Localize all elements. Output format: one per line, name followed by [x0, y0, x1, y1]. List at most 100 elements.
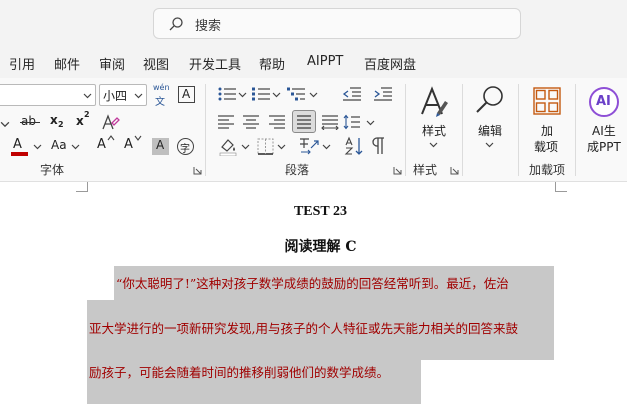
chevron-down-icon[interactable]	[366, 118, 375, 127]
ribbon: 小四 wén 文 A ab x 2 x 2 A Aa A A A 字 字体 段落…	[0, 78, 627, 182]
subscript-button[interactable]: x 2	[50, 113, 68, 133]
addins-button[interactable]: 加 载项	[524, 82, 570, 154]
justify-icon	[297, 115, 311, 129]
margin-corner-mark	[76, 182, 88, 192]
distributed-icon[interactable]	[321, 114, 339, 130]
tab-aippt[interactable]: AIPPT	[307, 54, 343, 69]
shading-icon[interactable]	[218, 137, 238, 156]
chevron-down-icon[interactable]	[238, 90, 247, 99]
group-separator	[462, 84, 463, 176]
ai-ppt-button[interactable]: AI AI生 成PPT	[580, 82, 627, 154]
addins-grid-icon	[533, 87, 561, 115]
paragraph-group-label: 段落	[285, 163, 310, 177]
styles-button[interactable]: 样式	[412, 82, 456, 154]
phonetic-guide-button[interactable]: wén 文	[151, 83, 173, 108]
group-separator	[575, 84, 576, 176]
grow-font-button[interactable]: A	[97, 135, 117, 155]
addins-group-label: 加载项	[529, 163, 566, 177]
ai-logo-text: AI	[596, 94, 611, 109]
ribbon-tabs: 引用 邮件 审阅 视图 开发工具 帮助 AIPPT 百度网盘	[0, 48, 627, 78]
align-left-icon[interactable]	[217, 114, 235, 130]
tab-mailings[interactable]: 邮件	[54, 54, 80, 73]
font-color-bar	[11, 152, 28, 156]
styles-icon	[421, 86, 448, 117]
strikethrough-button[interactable]: ab	[20, 114, 42, 132]
sort-icon[interactable]	[344, 136, 366, 156]
chevron-down-icon	[83, 93, 92, 99]
font-size-dropdown[interactable]: 小四	[99, 84, 147, 106]
tab-developer[interactable]: 开发工具	[189, 54, 241, 73]
group-separator	[518, 84, 519, 176]
chinese-layout-icon[interactable]	[298, 136, 320, 155]
document-page[interactable]: TEST 23 阅读理解 C “你太聪明了!”这种对孩子数学成绩的鼓励的回答经常…	[0, 182, 627, 404]
dialog-launcher-icon[interactable]	[193, 166, 202, 175]
chevron-down-icon[interactable]	[309, 90, 318, 99]
subscript-mark: 2	[58, 120, 64, 129]
align-center-icon[interactable]	[242, 114, 260, 130]
font-size-value: 小四	[103, 89, 128, 103]
decrease-indent-icon[interactable]	[342, 86, 362, 102]
chevron-down-icon	[429, 142, 438, 148]
clear-formatting-icon[interactable]	[101, 113, 120, 132]
font-group-label: 字体	[40, 163, 65, 177]
search-box[interactable]: 搜索	[153, 8, 521, 39]
chevron-down-icon[interactable]	[71, 142, 80, 151]
chevron-down-icon	[485, 142, 494, 148]
character-shading-button[interactable]: A	[152, 138, 169, 155]
justify-button[interactable]	[292, 110, 316, 133]
multilevel-list-icon[interactable]	[286, 86, 306, 102]
subscript-glyph: x	[50, 113, 58, 127]
chevron-down-icon[interactable]	[0, 119, 10, 129]
shrink-font-glyph: A	[124, 137, 133, 152]
phonetic-bottom: 文	[155, 97, 165, 108]
tab-view[interactable]: 视图	[143, 54, 169, 73]
group-separator	[205, 84, 206, 176]
search-icon	[169, 17, 183, 31]
font-color-button[interactable]: A	[11, 137, 29, 157]
character-border-button[interactable]: A	[178, 86, 195, 103]
search-placeholder: 搜索	[195, 19, 222, 34]
ai-ppt-label-line2: 成PPT	[587, 140, 621, 154]
chevron-down-icon[interactable]	[272, 90, 281, 99]
numbering-icon[interactable]	[251, 86, 271, 102]
shrink-font-button[interactable]: A	[124, 135, 144, 155]
document-subheading: 阅读理解 C	[284, 239, 357, 255]
dialog-launcher-icon[interactable]	[393, 166, 402, 175]
caret-down-icon	[134, 135, 142, 141]
strike-line	[20, 122, 40, 123]
caret-up-icon	[107, 135, 115, 141]
line-spacing-icon[interactable]	[343, 114, 361, 130]
chevron-down-icon[interactable]	[33, 142, 42, 151]
increase-indent-icon[interactable]	[373, 86, 393, 102]
character-shading-glyph: A	[156, 138, 165, 152]
styles-group-label: 样式	[413, 163, 438, 177]
chevron-down-icon[interactable]	[322, 142, 331, 151]
paragraph-line[interactable]: 亚大学进行的一项新研究发现,用与孩子的个人特征或先天能力相关的回答来鼓	[89, 318, 518, 337]
addins-label-line2: 载项	[534, 140, 559, 154]
paragraph-line[interactable]: 励孩子，可能会随着时间的推移削弱他们的数学成绩。	[89, 362, 389, 381]
tab-review[interactable]: 审阅	[99, 54, 125, 73]
font-name-dropdown[interactable]	[0, 84, 96, 106]
tab-help[interactable]: 帮助	[259, 54, 285, 73]
enclose-characters-button[interactable]: 字	[177, 138, 194, 155]
superscript-button[interactable]: x 2	[76, 110, 94, 131]
paragraph-line[interactable]: “你太聪明了!”这种对孩子数学成绩的鼓励的回答经常听到。最近，佐治	[116, 273, 509, 292]
chevron-down-icon[interactable]	[241, 142, 250, 151]
ai-ppt-label-line1: AI生	[592, 124, 616, 138]
superscript-glyph: x	[76, 114, 84, 128]
tab-references[interactable]: 引用	[9, 54, 35, 73]
addins-label-line1: 加	[541, 124, 554, 138]
borders-icon[interactable]	[257, 138, 274, 155]
bullets-icon[interactable]	[217, 86, 237, 102]
tab-baidu-netdisk[interactable]: 百度网盘	[364, 54, 416, 73]
dialog-launcher-icon[interactable]	[450, 166, 459, 175]
chevron-down-icon[interactable]	[277, 142, 286, 151]
editing-button[interactable]: 编辑	[468, 82, 512, 154]
editing-label: 编辑	[478, 124, 503, 138]
margin-corner-mark	[555, 182, 567, 192]
show-formatting-marks-icon[interactable]	[372, 136, 386, 155]
change-case-button[interactable]: Aa	[51, 138, 67, 152]
align-right-icon[interactable]	[268, 114, 286, 130]
strikethrough-glyph: ab	[21, 114, 36, 128]
ai-logo-icon: AI	[589, 87, 619, 117]
